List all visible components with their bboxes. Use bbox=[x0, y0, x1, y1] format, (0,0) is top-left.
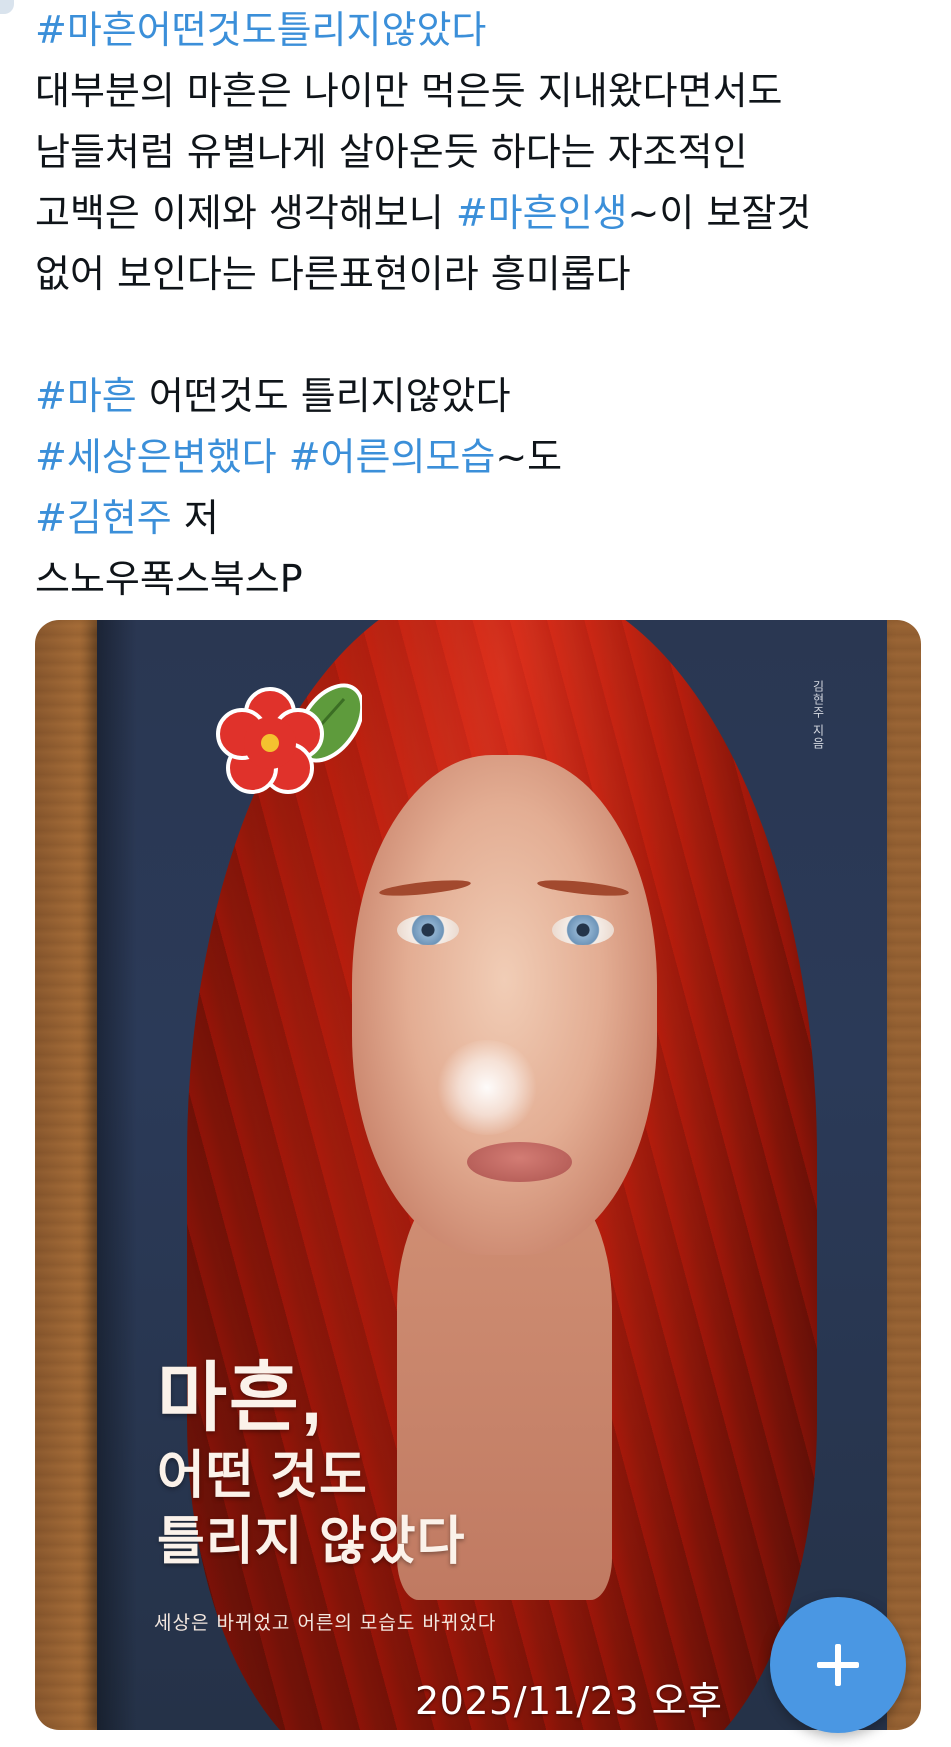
post-text-line bbox=[35, 305, 925, 366]
cover-eye-right bbox=[552, 915, 614, 945]
hashtag-link[interactable]: #마흔인생 bbox=[456, 191, 628, 235]
post-screen: #마흔어떤것도틀리지않았다대부분의 마흔은 나이만 먹은듯 지내왔다면서도남들처… bbox=[0, 0, 951, 1747]
post-text-line: #세상은변했다 #어른의모습~도 bbox=[35, 427, 925, 488]
cover-title-line-3: 틀리지 않았다 bbox=[157, 1513, 466, 1571]
post-text-segment bbox=[277, 435, 289, 479]
post-text-segment: 어떤것도 틀리지않았다 bbox=[136, 374, 511, 418]
post-text-line: 스노우폭스북스P bbox=[35, 549, 925, 610]
hashtag-link[interactable]: #김현주 bbox=[35, 496, 172, 540]
post-text-line: 고백은 이제와 생각해보니 #마흔인생~이 보잘것 bbox=[35, 183, 925, 244]
cover-author: 김현주 지음 bbox=[811, 680, 825, 750]
post-media-photo[interactable]: 김현주 지음 마흔, 어떤 것도 틀리지 않았다 세상은 바뀌었고 어른의 모습… bbox=[35, 620, 921, 1730]
post-text-line: 없어 보인다는 다른표현이라 흥미롭다 bbox=[35, 244, 925, 305]
flower-sticker-icon bbox=[216, 683, 362, 794]
post-text: #마흔어떤것도틀리지않았다대부분의 마흔은 나이만 먹은듯 지내왔다면서도남들처… bbox=[35, 0, 925, 610]
hashtag-link[interactable]: #어른의모습 bbox=[289, 435, 496, 479]
post-text-segment: 저 bbox=[171, 496, 219, 540]
post-text-segment: 스노우폭스북스P bbox=[35, 557, 303, 601]
photo-timestamp: 2025/11/23 오후 bbox=[415, 1679, 723, 1723]
hashtag-link[interactable]: #마흔어떤것도틀리지않았다 bbox=[35, 8, 486, 52]
photo-glare bbox=[437, 1040, 537, 1135]
book-cover: 김현주 지음 마흔, 어떤 것도 틀리지 않았다 세상은 바뀌었고 어른의 모습… bbox=[97, 620, 887, 1730]
post-text-segment: 대부분의 마흔은 나이만 먹은듯 지내왔다면서도 bbox=[35, 69, 783, 113]
post-text-segment: ~이 보잘것 bbox=[627, 191, 812, 235]
post-text-line: #마흔어떤것도틀리지않았다 bbox=[35, 0, 925, 61]
post-text-segment: 남들처럼 유별나게 살아온듯 하다는 자조적인 bbox=[35, 130, 748, 174]
cover-eye-left bbox=[397, 915, 459, 945]
cover-title-line-2: 어떤 것도 bbox=[157, 1447, 368, 1505]
cover-lips bbox=[467, 1142, 572, 1182]
cover-title-line-1: 마흔, bbox=[157, 1356, 324, 1441]
hashtag-link[interactable]: #마흔 bbox=[35, 374, 137, 418]
compose-button[interactable] bbox=[770, 1597, 906, 1733]
book-edge-shadow bbox=[97, 620, 137, 1730]
hashtag-link[interactable]: #세상은변했다 bbox=[35, 435, 277, 479]
cover-subtitle: 세상은 바뀌었고 어른의 모습도 바뀌었다 bbox=[154, 1612, 497, 1634]
post-text-segment: ~도 bbox=[495, 435, 563, 479]
post-text-line: #마흔 어떤것도 틀리지않았다 bbox=[35, 366, 925, 427]
post-text-line: #김현주 저 bbox=[35, 488, 925, 549]
post-text-line: 남들처럼 유별나게 살아온듯 하다는 자조적인 bbox=[35, 122, 925, 183]
post-text-line: 대부분의 마흔은 나이만 먹은듯 지내왔다면서도 bbox=[35, 61, 925, 122]
post-text-segment: 없어 보인다는 다른표현이라 흥미롭다 bbox=[35, 252, 631, 296]
cover-title: 마흔, 어떤 것도 틀리지 않았다 bbox=[157, 1355, 466, 1575]
plus-icon bbox=[817, 1644, 859, 1686]
post-text-segment: 고백은 이제와 생각해보니 bbox=[35, 191, 456, 235]
corner-avatar-fragment bbox=[0, 0, 14, 14]
